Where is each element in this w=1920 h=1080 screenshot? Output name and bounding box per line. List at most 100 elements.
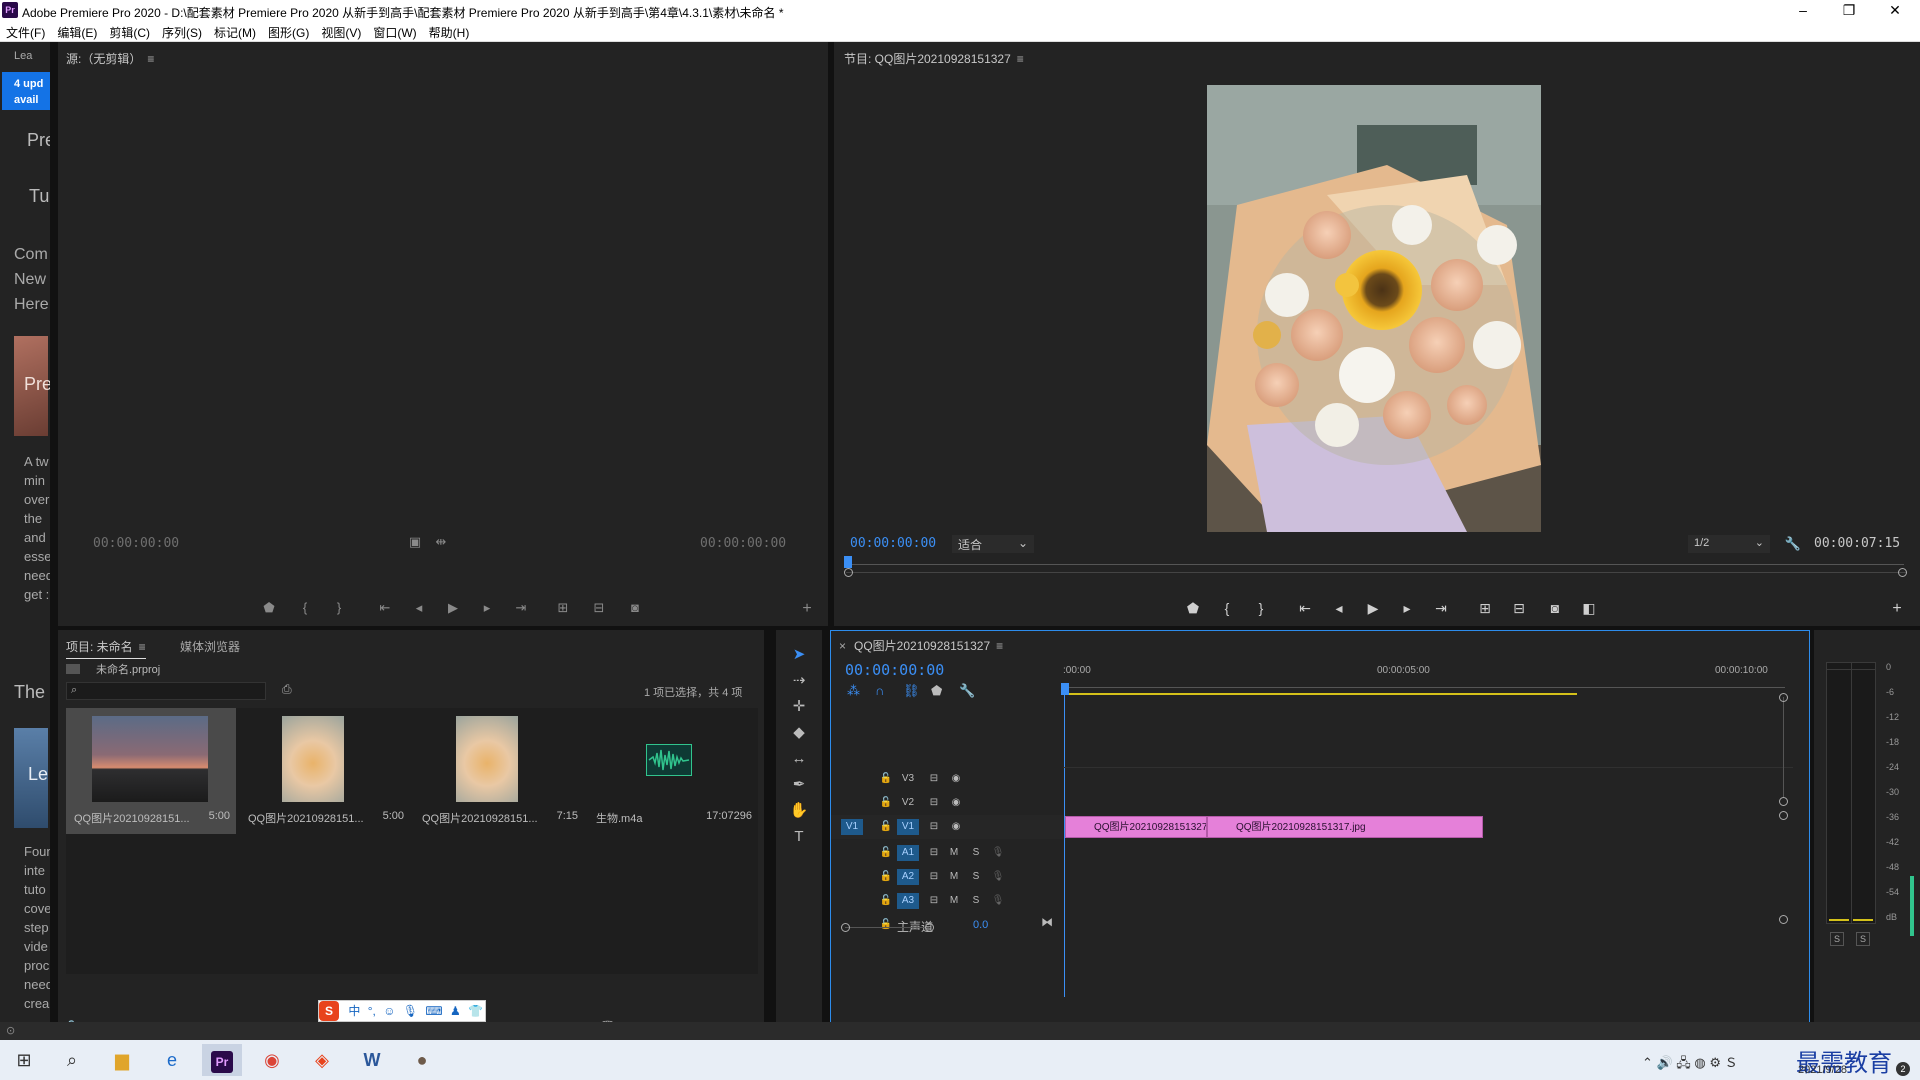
track-label-a3[interactable]: A3 [897,893,919,909]
add-marker-icon[interactable]: ⬟ [931,683,942,699]
program-tab[interactable]: 节目: QQ图片20210928151327 ≡ [844,50,1024,67]
microphone-icon[interactable]: 🎙 [987,845,1009,861]
hand-tool-icon[interactable]: ✋ [788,800,810,822]
pen-tool-icon[interactable]: ✒ [788,774,810,796]
scroll-handle[interactable] [1779,693,1788,702]
solo-button[interactable]: S [965,845,987,861]
type-tool-icon[interactable]: T [788,826,810,848]
step-forward-icon[interactable]: ▸ [1396,600,1418,617]
timeline-tab[interactable]: × QQ图片20210928151327 ≡ [839,637,1003,654]
timeline-clip[interactable]: QQ图片20210928151317.jpg [1207,816,1483,838]
lock-icon[interactable]: 🔓 [875,893,897,909]
project-item[interactable]: QQ图片20210928151... 5:00 [66,708,236,834]
lift-icon[interactable]: ⊞ [1474,600,1496,617]
play-icon[interactable]: ▶ [442,600,464,616]
microphone-icon[interactable]: 🎙 [987,893,1009,909]
marker-icon[interactable]: ⬟ [1182,600,1204,617]
solo-button[interactable]: S [965,869,987,885]
track-label-a1[interactable]: A1 [897,845,919,861]
horizontal-scrollbar[interactable] [845,927,929,928]
solo-right-button[interactable]: S [1856,932,1870,946]
sync-lock-icon[interactable]: ⊟ [923,845,945,861]
chrome-icon[interactable]: ◉ [252,1044,292,1076]
maximize-icon[interactable]: ❐ [1826,0,1872,22]
export-frame-icon[interactable]: ◙ [624,600,646,615]
taskbar-date[interactable]: 2021/9/28 [1798,1064,1847,1076]
zoom-handle-right[interactable] [1898,568,1907,577]
windows-start-icon[interactable]: ⊞ [4,1044,44,1076]
time-ruler[interactable] [1065,687,1785,688]
panel-menu-icon[interactable]: ≡ [139,640,146,654]
sync-lock-icon[interactable]: ⊟ [923,869,945,885]
program-timecode[interactable]: 00:00:00:00 [850,536,936,551]
scroll-handle[interactable] [1779,797,1788,806]
program-scrubber[interactable] [848,564,1904,565]
pdf-app-icon[interactable]: ◈ [302,1044,342,1076]
panel-menu-icon[interactable]: ≡ [147,52,154,66]
panel-menu-icon[interactable]: ≡ [1017,52,1024,66]
source-timecode-left[interactable]: 00:00:00:00 [93,536,179,551]
menu-clip[interactable]: 剪辑(C) [103,22,156,43]
selection-tool-icon[interactable]: ➤ [788,644,810,666]
menu-graphics[interactable]: 图形(G) [262,22,315,43]
track-label-a2[interactable]: A2 [897,869,919,885]
step-forward-icon[interactable]: ▸ [476,600,498,616]
program-video-frame[interactable] [1207,85,1541,532]
lock-icon[interactable]: 🔓 [875,819,897,835]
zoom-handle-left[interactable] [844,568,853,577]
scroll-handle[interactable] [841,923,850,932]
timeline-timecode[interactable]: 00:00:00:00 [845,661,944,679]
file-explorer-icon[interactable]: ▆ [102,1044,142,1076]
solo-button[interactable]: S [965,893,987,909]
linked-selection-icon[interactable]: ⛓ [903,683,920,699]
notification-badge[interactable]: 2 [1896,1062,1910,1076]
nest-icon[interactable]: ⁂ [847,683,860,699]
meter-scrollbar[interactable] [1910,876,1914,936]
insert-icon[interactable]: ⊞ [552,600,574,616]
step-back-icon[interactable]: ◂ [1328,600,1350,617]
project-item[interactable]: 生物.m4a 17:07296 [588,708,758,834]
timeline-playhead-handle[interactable] [1061,683,1069,695]
sync-lock-icon[interactable]: ⊟ [923,795,945,811]
menu-sequence[interactable]: 序列(S) [156,22,208,43]
lock-icon[interactable]: 🔓 [875,869,897,885]
lock-icon[interactable]: 🔓 [875,917,897,933]
mark-out-icon[interactable]: } [1250,600,1272,616]
step-back-icon[interactable]: ◂ [408,600,430,616]
lock-icon[interactable]: 🔓 [875,795,897,811]
source-tab[interactable]: 源:（无剪辑） ≡ [66,50,154,67]
learn-card2-thumbnail[interactable]: Le [14,728,48,828]
go-to-out-icon[interactable]: ⇥ [1430,600,1452,617]
vertical-scrollbar-video[interactable] [1783,697,1784,797]
track-label-v1[interactable]: V1 [897,819,919,835]
menu-marker[interactable]: 标记(M) [208,22,262,43]
source-drag-icon[interactable]: ⇹ [430,534,452,550]
menu-edit[interactable]: 编辑(E) [51,22,103,43]
microphone-icon[interactable]: 🎙 [987,869,1009,885]
fit-dropdown[interactable]: 适合 ⌄ [952,535,1034,553]
track-label-v2[interactable]: V2 [897,795,919,811]
source-patch-v1[interactable]: V1 [841,819,863,835]
razor-tool-icon[interactable]: ◆ [788,722,810,744]
menu-help[interactable]: 帮助(H) [423,22,476,43]
zoom-bar[interactable] [846,572,1906,573]
resolution-dropdown[interactable]: 1/2 ⌄ [1688,535,1770,553]
snap-icon[interactable]: ∩ [875,683,884,698]
add-button-icon[interactable]: + [796,600,818,618]
export-frame-icon[interactable]: ◙ [1544,600,1566,616]
updates-badge[interactable]: 4 upd avail [2,72,50,110]
master-volume-value[interactable]: 0.0 [973,919,988,931]
search-icon[interactable]: ⌕ [52,1044,92,1076]
timeline-clip[interactable]: QQ图片20210928151327.jpg [1065,816,1207,838]
minimize-icon[interactable]: – [1780,0,1826,22]
timeline-settings-icon[interactable]: 🔧 [959,683,975,699]
menu-window[interactable]: 窗口(W) [367,22,422,43]
work-area-bar[interactable] [1065,693,1577,695]
edge-browser-icon[interactable]: e [152,1044,192,1076]
source-settings-icon[interactable]: ▣ [404,534,426,550]
panel-menu-icon[interactable]: ≡ [996,639,1003,653]
project-item[interactable]: QQ图片20210928151... 7:15 [414,708,584,834]
system-tray[interactable]: ⌃ 🔊 🖧 ◍ ⚙ Ｓ [1642,1052,1738,1076]
add-button-icon[interactable]: + [1886,600,1908,618]
ripple-edit-tool-icon[interactable]: ✛ [788,696,810,718]
